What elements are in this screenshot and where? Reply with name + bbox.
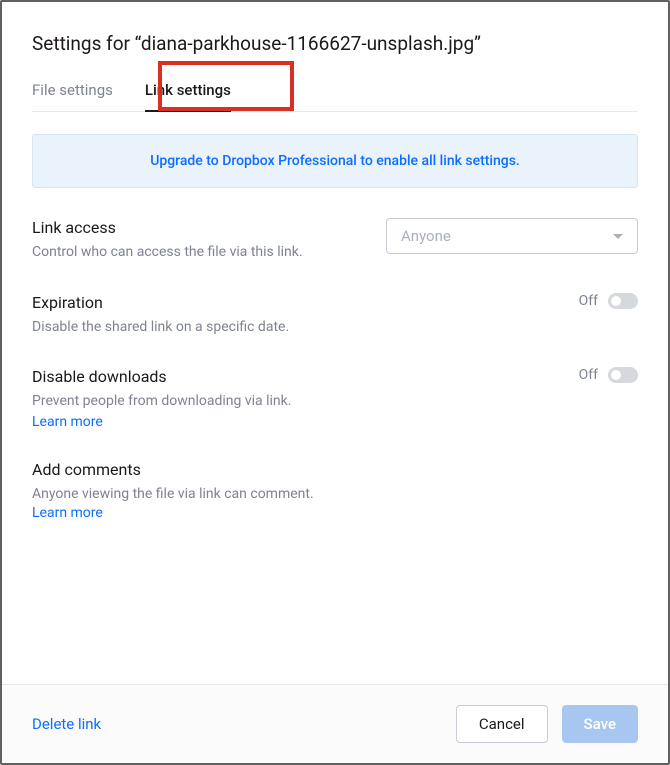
modal-body: Settings for “diana-parkhouse-1166627-un… xyxy=(2,2,668,684)
section-link-access: Link access Control who can access the f… xyxy=(32,218,638,263)
chevron-down-icon xyxy=(613,234,623,239)
tab-file-settings[interactable]: File settings xyxy=(32,81,113,111)
expiration-toggle-label: Off xyxy=(579,293,598,309)
link-access-select-value: Anyone xyxy=(401,227,451,245)
section-expiration-left: Expiration Disable the shared link on a … xyxy=(32,293,289,338)
cancel-button[interactable]: Cancel xyxy=(456,705,548,743)
expiration-toggle-wrap: Off xyxy=(579,293,638,309)
section-disable-downloads-left: Disable downloads Prevent people from do… xyxy=(32,367,291,430)
section-link-access-left: Link access Control who can access the f… xyxy=(32,218,303,263)
tabs-container: File settings Link settings xyxy=(32,81,638,112)
section-add-comments: Add comments Anyone viewing the file via… xyxy=(32,460,638,524)
link-access-title: Link access xyxy=(32,218,303,237)
save-button[interactable]: Save xyxy=(562,705,638,743)
disable-downloads-toggle-wrap: Off xyxy=(579,367,638,383)
link-access-select[interactable]: Anyone xyxy=(386,218,638,254)
tab-link-settings[interactable]: Link settings xyxy=(145,81,231,111)
page-title: Settings for “diana-parkhouse-1166627-un… xyxy=(32,32,638,55)
settings-modal: Settings for “diana-parkhouse-1166627-un… xyxy=(0,0,670,765)
disable-downloads-learn-more[interactable]: Learn more xyxy=(32,414,291,430)
disable-downloads-title: Disable downloads xyxy=(32,367,291,386)
toggle-knob xyxy=(611,370,621,380)
add-comments-desc-text: Anyone viewing the file via link can com… xyxy=(32,486,314,502)
upgrade-banner[interactable]: Upgrade to Dropbox Professional to enabl… xyxy=(32,134,638,188)
link-access-desc: Control who can access the file via this… xyxy=(32,243,303,263)
footer-buttons: Cancel Save xyxy=(456,705,638,743)
toggle-knob xyxy=(611,296,621,306)
expiration-desc: Disable the shared link on a specific da… xyxy=(32,318,289,338)
disable-downloads-toggle[interactable] xyxy=(608,367,638,383)
disable-downloads-toggle-label: Off xyxy=(579,367,598,383)
expiration-title: Expiration xyxy=(32,293,289,312)
section-add-comments-left: Add comments Anyone viewing the file via… xyxy=(32,460,332,524)
delete-link[interactable]: Delete link xyxy=(32,715,101,733)
add-comments-learn-more[interactable]: Learn more xyxy=(32,505,103,521)
modal-footer: Delete link Cancel Save xyxy=(2,684,668,763)
add-comments-title: Add comments xyxy=(32,460,332,479)
section-disable-downloads: Disable downloads Prevent people from do… xyxy=(32,367,638,430)
add-comments-desc: Anyone viewing the file via link can com… xyxy=(32,485,332,524)
expiration-toggle[interactable] xyxy=(608,293,638,309)
section-expiration: Expiration Disable the shared link on a … xyxy=(32,293,638,338)
disable-downloads-desc: Prevent people from downloading via link… xyxy=(32,392,291,412)
